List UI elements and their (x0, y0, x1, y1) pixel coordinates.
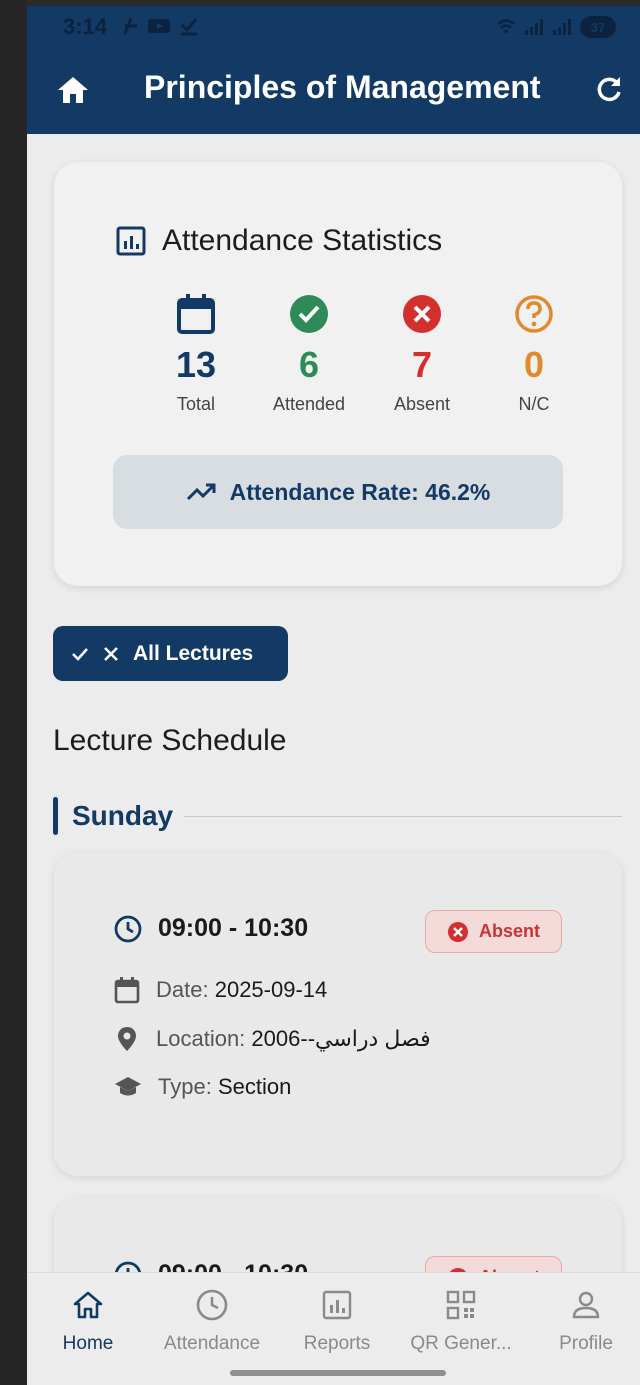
wifi-icon (497, 19, 515, 33)
nav-reports[interactable]: Reports (276, 1285, 398, 1355)
stat-attended: 6 Attended (253, 292, 365, 415)
nav-qr-generator[interactable]: QR Gener... (400, 1285, 522, 1355)
cancel-icon (447, 921, 468, 942)
stat-label: Attended (272, 394, 346, 414)
trending-up-icon (186, 483, 216, 501)
youtube-icon (148, 19, 170, 33)
help-circle-icon (478, 292, 590, 336)
nav-home[interactable]: Home (27, 1285, 149, 1355)
nav-profile[interactable]: Profile (525, 1285, 640, 1355)
lecture-card[interactable]: 09:00 - 10:30 Absent Date: 2025-09-14 Lo… (54, 852, 622, 1176)
date-label: Date: (156, 977, 209, 1002)
system-icons: 37 (496, 16, 616, 38)
divider (184, 816, 622, 817)
attendance-rate-box: Attendance Rate: 46.2% (113, 455, 563, 529)
filter-label: All Lectures (133, 641, 254, 665)
qr-code-icon (400, 1285, 522, 1325)
refresh-button[interactable] (589, 70, 629, 110)
notification-icons (121, 16, 199, 36)
report-chart-icon (116, 226, 146, 256)
lecture-type-row: Type: Section (114, 1074, 291, 1100)
lecture-time-row: 09:00 - 10:30 (114, 914, 308, 943)
stat-value: 7 (411, 344, 433, 385)
bar-chart-icon (276, 1285, 398, 1325)
status-time: 3:14 (63, 14, 108, 39)
stat-not-counted: 0 N/C (478, 292, 590, 415)
section-title: Lecture Schedule (53, 724, 287, 757)
nav-label: Reports (303, 1333, 371, 1354)
clock-icon (151, 1285, 273, 1325)
location-pin-icon (118, 1027, 136, 1051)
phone-screen: 3:14 37 Principles of Management Attenda… (27, 6, 640, 1385)
school-cap-icon (115, 1077, 141, 1096)
status-label: Absent (478, 921, 540, 941)
home-indicator[interactable] (230, 1370, 446, 1376)
app-bar: 3:14 37 Principles of Management (27, 6, 640, 134)
home-button[interactable] (53, 70, 93, 110)
home-icon (58, 77, 88, 103)
check-icon (72, 647, 88, 661)
battery-icon: 37 (580, 16, 616, 38)
refresh-icon (597, 77, 621, 102)
stat-value: 6 (298, 344, 320, 385)
stats-header: Attendance Statistics (116, 224, 442, 258)
left-border (0, 0, 27, 1385)
attendance-stats-card: Attendance Statistics 13 Total 6 Attende… (54, 162, 622, 586)
cancel-circle-icon (366, 292, 478, 336)
attendance-rate-text: Attendance Rate: 46.2% (229, 478, 491, 505)
date-value: 2025-09-14 (214, 977, 328, 1002)
stat-value: 0 (523, 344, 545, 385)
nav-label: QR Gener... (410, 1333, 512, 1354)
location-value: 2006--فصل دراسي (251, 1026, 431, 1051)
close-icon (104, 646, 118, 661)
home-outline-icon (27, 1285, 149, 1325)
stat-absent: 7 Absent (366, 292, 478, 415)
battery-level: 37 (590, 19, 606, 35)
person-icon (525, 1285, 640, 1325)
stat-label: Total (176, 394, 216, 414)
lecture-time: 09:00 - 10:30 (158, 914, 309, 942)
stat-total: 13 Total (140, 292, 252, 415)
lecture-date-row: Date: 2025-09-14 (114, 976, 327, 1004)
bottom-navigation: Home Attendance Reports QR Gener... Prof… (27, 1272, 640, 1385)
clock-icon (114, 915, 142, 942)
status-bar: 3:14 37 (27, 6, 640, 50)
stats-title: Attendance Statistics (162, 224, 443, 257)
nav-label: Attendance (163, 1333, 261, 1354)
signal-icon (525, 19, 543, 35)
stat-label: N/C (518, 394, 550, 414)
calendar-icon (114, 977, 140, 1004)
stat-label: Absent (393, 394, 451, 414)
day-accent-bar (53, 797, 58, 835)
nav-attendance[interactable]: Attendance (151, 1285, 273, 1355)
nav-label: Home (62, 1333, 114, 1354)
lecture-location-row: Location: 2006--فصل دراسي (114, 1025, 431, 1053)
day-heading: Sunday (72, 800, 174, 831)
location-label: Location: (156, 1026, 246, 1051)
status-badge: Absent (425, 910, 562, 953)
signal-icon-2 (553, 19, 571, 35)
type-label: Type: (158, 1074, 212, 1099)
all-lectures-filter-chip[interactable]: All Lectures (53, 626, 288, 681)
page-title: Principles of Management (144, 69, 541, 105)
check-circle-icon (253, 292, 365, 336)
download-check-icon (180, 18, 198, 36)
notification-icon (123, 17, 137, 35)
stat-value: 13 (175, 344, 217, 385)
nav-label: Profile (559, 1333, 613, 1354)
calendar-icon (140, 292, 252, 336)
type-value: Section (217, 1074, 292, 1099)
